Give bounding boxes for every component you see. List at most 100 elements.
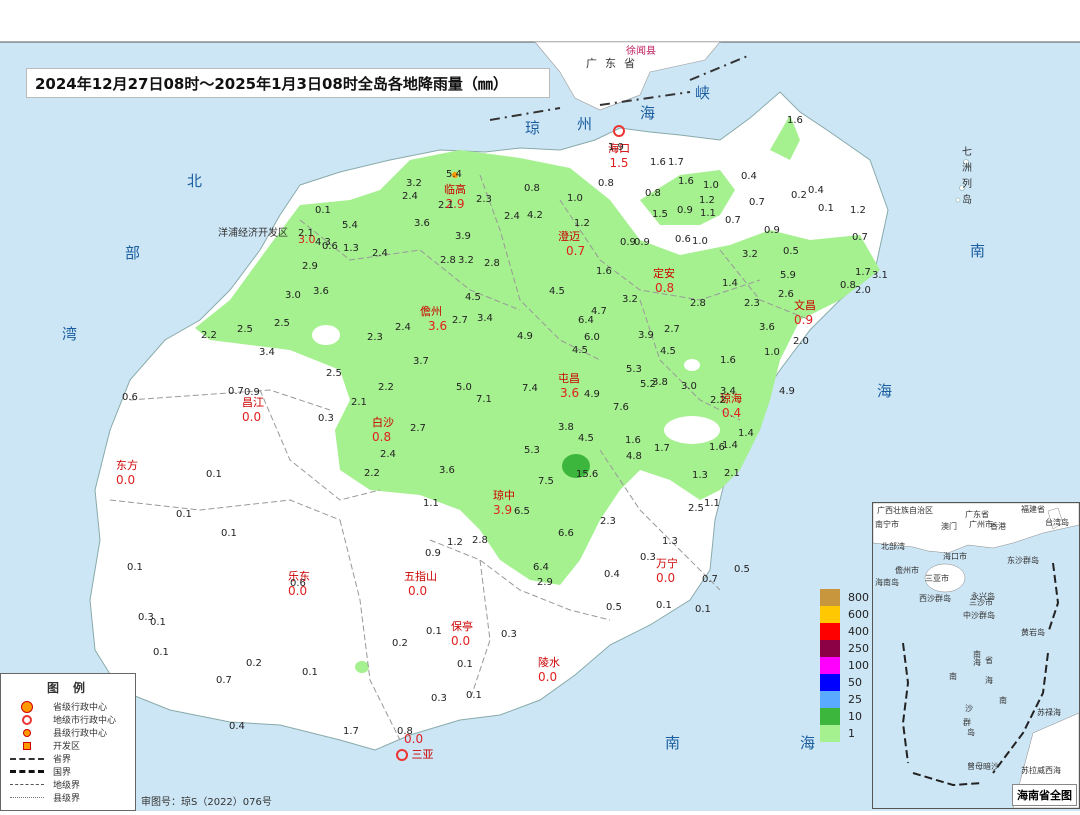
city-value: 0.8 bbox=[372, 430, 392, 444]
station-value: 1.1 bbox=[423, 498, 439, 509]
city-wenchang[interactable]: 文昌 0.9 bbox=[794, 297, 816, 327]
station-value: 1.2 bbox=[699, 195, 715, 206]
zone-name: 洋浦经济开发区 bbox=[218, 228, 288, 239]
city-marker-icon bbox=[396, 749, 408, 761]
station-value: 0.2 bbox=[392, 638, 408, 649]
inset-place-label: 永兴岛 bbox=[971, 592, 995, 601]
city-lingshui[interactable]: 陵水 0.0 bbox=[538, 654, 560, 684]
inset-place-label: 台湾岛 bbox=[1045, 518, 1069, 527]
scale-row: 25 bbox=[820, 691, 869, 708]
city-wanning[interactable]: 万宁 0.0 bbox=[656, 555, 678, 585]
station-value: 0.7 bbox=[216, 675, 232, 686]
station-value: 0.1 bbox=[302, 667, 318, 678]
station-value: 2.4 bbox=[395, 322, 411, 333]
station-value: 2.1 bbox=[438, 200, 454, 211]
legend-label: 地级界 bbox=[53, 781, 81, 791]
city-dingan[interactable]: 定安 0.8 bbox=[653, 265, 675, 295]
inset-place-label: 南宁市 bbox=[875, 520, 899, 529]
sea-label: 南 bbox=[970, 242, 986, 260]
station-value: 0.7 bbox=[852, 232, 868, 243]
station-value: 0.1 bbox=[457, 659, 473, 670]
zone-yangpu[interactable]: 洋浦经济开发区 bbox=[218, 224, 288, 239]
station-value: 0.1 bbox=[221, 528, 237, 539]
sea-label: 海 bbox=[877, 382, 893, 400]
city-wuzhishan[interactable]: 五指山 0.0 bbox=[404, 568, 437, 598]
city-tunchang[interactable]: 屯昌 3.6 bbox=[558, 370, 580, 400]
legend-label: 县级行政中心 bbox=[53, 729, 108, 739]
station-value: 1.6 bbox=[787, 115, 803, 126]
legend-label: 省界 bbox=[53, 755, 72, 765]
station-value: 3.6 bbox=[313, 286, 329, 297]
city-name: 定安 bbox=[653, 267, 675, 280]
scale-swatch bbox=[820, 589, 840, 606]
station-value: 3.0 bbox=[681, 381, 697, 392]
inset-place-label: 海 bbox=[973, 658, 981, 667]
inset-place-label: 南 bbox=[999, 696, 1007, 705]
inset-place-label: 儋州市 bbox=[895, 566, 919, 575]
city-dongfang[interactable]: 东方 0.0 bbox=[116, 457, 138, 487]
legend-row: 地级市行政中心 bbox=[1, 713, 135, 726]
city-value: 3.6 bbox=[428, 319, 448, 333]
station-value: 4.5 bbox=[572, 345, 588, 356]
station-value: 2.7 bbox=[664, 324, 680, 335]
station-value: 2.2 bbox=[201, 330, 217, 341]
station-value: 0.2 bbox=[791, 190, 807, 201]
station-value: 0.9 bbox=[425, 548, 441, 559]
station-value: 2.3 bbox=[367, 332, 383, 343]
station-value: 0.4 bbox=[808, 185, 824, 196]
station-value: 2.1 bbox=[298, 228, 314, 239]
station-value: 5.9 bbox=[780, 270, 796, 281]
station-value: 3.9 bbox=[638, 330, 654, 341]
city-danzhou[interactable]: 儋州 3.6 bbox=[420, 303, 447, 333]
scale-label: 25 bbox=[848, 693, 862, 706]
scale-label: 1 bbox=[848, 727, 855, 740]
station-value: 0.7 bbox=[702, 574, 718, 585]
station-value: 4.8 bbox=[626, 451, 642, 462]
station-value: 0.6 bbox=[290, 578, 306, 589]
station-value: 6.4 bbox=[578, 315, 594, 326]
city-baisha[interactable]: 白沙 0.8 bbox=[372, 414, 394, 444]
station-value: 6.6 bbox=[558, 528, 574, 539]
inset-place-label: 西沙群岛 bbox=[919, 594, 951, 603]
station-value: 2.5 bbox=[326, 368, 342, 379]
sea-label: 南 bbox=[665, 734, 681, 752]
scale-label: 600 bbox=[848, 608, 869, 621]
double-circle-icon bbox=[1, 714, 53, 725]
inset-place-label: 澳门 bbox=[941, 522, 957, 531]
station-value: 1.6 bbox=[678, 176, 694, 187]
city-changjiang[interactable]: 昌江 0.0 bbox=[242, 394, 264, 424]
station-value: 0.3 bbox=[318, 413, 334, 424]
scale-swatch bbox=[820, 725, 840, 742]
station-value: 2.2 bbox=[710, 395, 726, 406]
station-value: 6.5 bbox=[514, 506, 530, 517]
station-value: 3.9 bbox=[455, 231, 471, 242]
station-value: 1.5 bbox=[652, 209, 668, 220]
sea-label: 湾 bbox=[62, 325, 78, 343]
station-value: 3.2 bbox=[406, 178, 422, 189]
legend-row: 国界 bbox=[1, 765, 135, 778]
city-baoting[interactable]: 保亭 0.0 bbox=[451, 618, 473, 648]
scale-swatch bbox=[820, 674, 840, 691]
station-value: 2.5 bbox=[237, 324, 253, 335]
station-value: 3.7 bbox=[413, 356, 429, 367]
sea-label: 琼 bbox=[525, 119, 541, 137]
scale-swatch bbox=[820, 691, 840, 708]
station-value: 2.7 bbox=[410, 423, 426, 434]
station-value: 5.0 bbox=[456, 382, 472, 393]
station-value: 2.8 bbox=[690, 298, 706, 309]
station-value: 4.3 bbox=[315, 237, 331, 248]
station-value: 0.1 bbox=[206, 469, 222, 480]
station-value: 6.4 bbox=[533, 562, 549, 573]
station-value: 0.9 bbox=[677, 205, 693, 216]
city-value: 0.0 bbox=[451, 634, 471, 648]
city-qiongzhong[interactable]: 琼中 3.9 bbox=[493, 487, 515, 517]
station-value: 1.7 bbox=[343, 726, 359, 737]
sea-label: 部 bbox=[125, 244, 141, 262]
station-value: 0.8 bbox=[598, 178, 614, 189]
station-value: 3.8 bbox=[558, 422, 574, 433]
station-value: 2.8 bbox=[472, 535, 488, 546]
scale-label: 10 bbox=[848, 710, 862, 723]
inset-place-label: 沙 bbox=[965, 704, 973, 713]
city-chengmai[interactable]: 澄迈 0.7 bbox=[558, 228, 585, 258]
station-value: 1.6 bbox=[650, 157, 666, 168]
